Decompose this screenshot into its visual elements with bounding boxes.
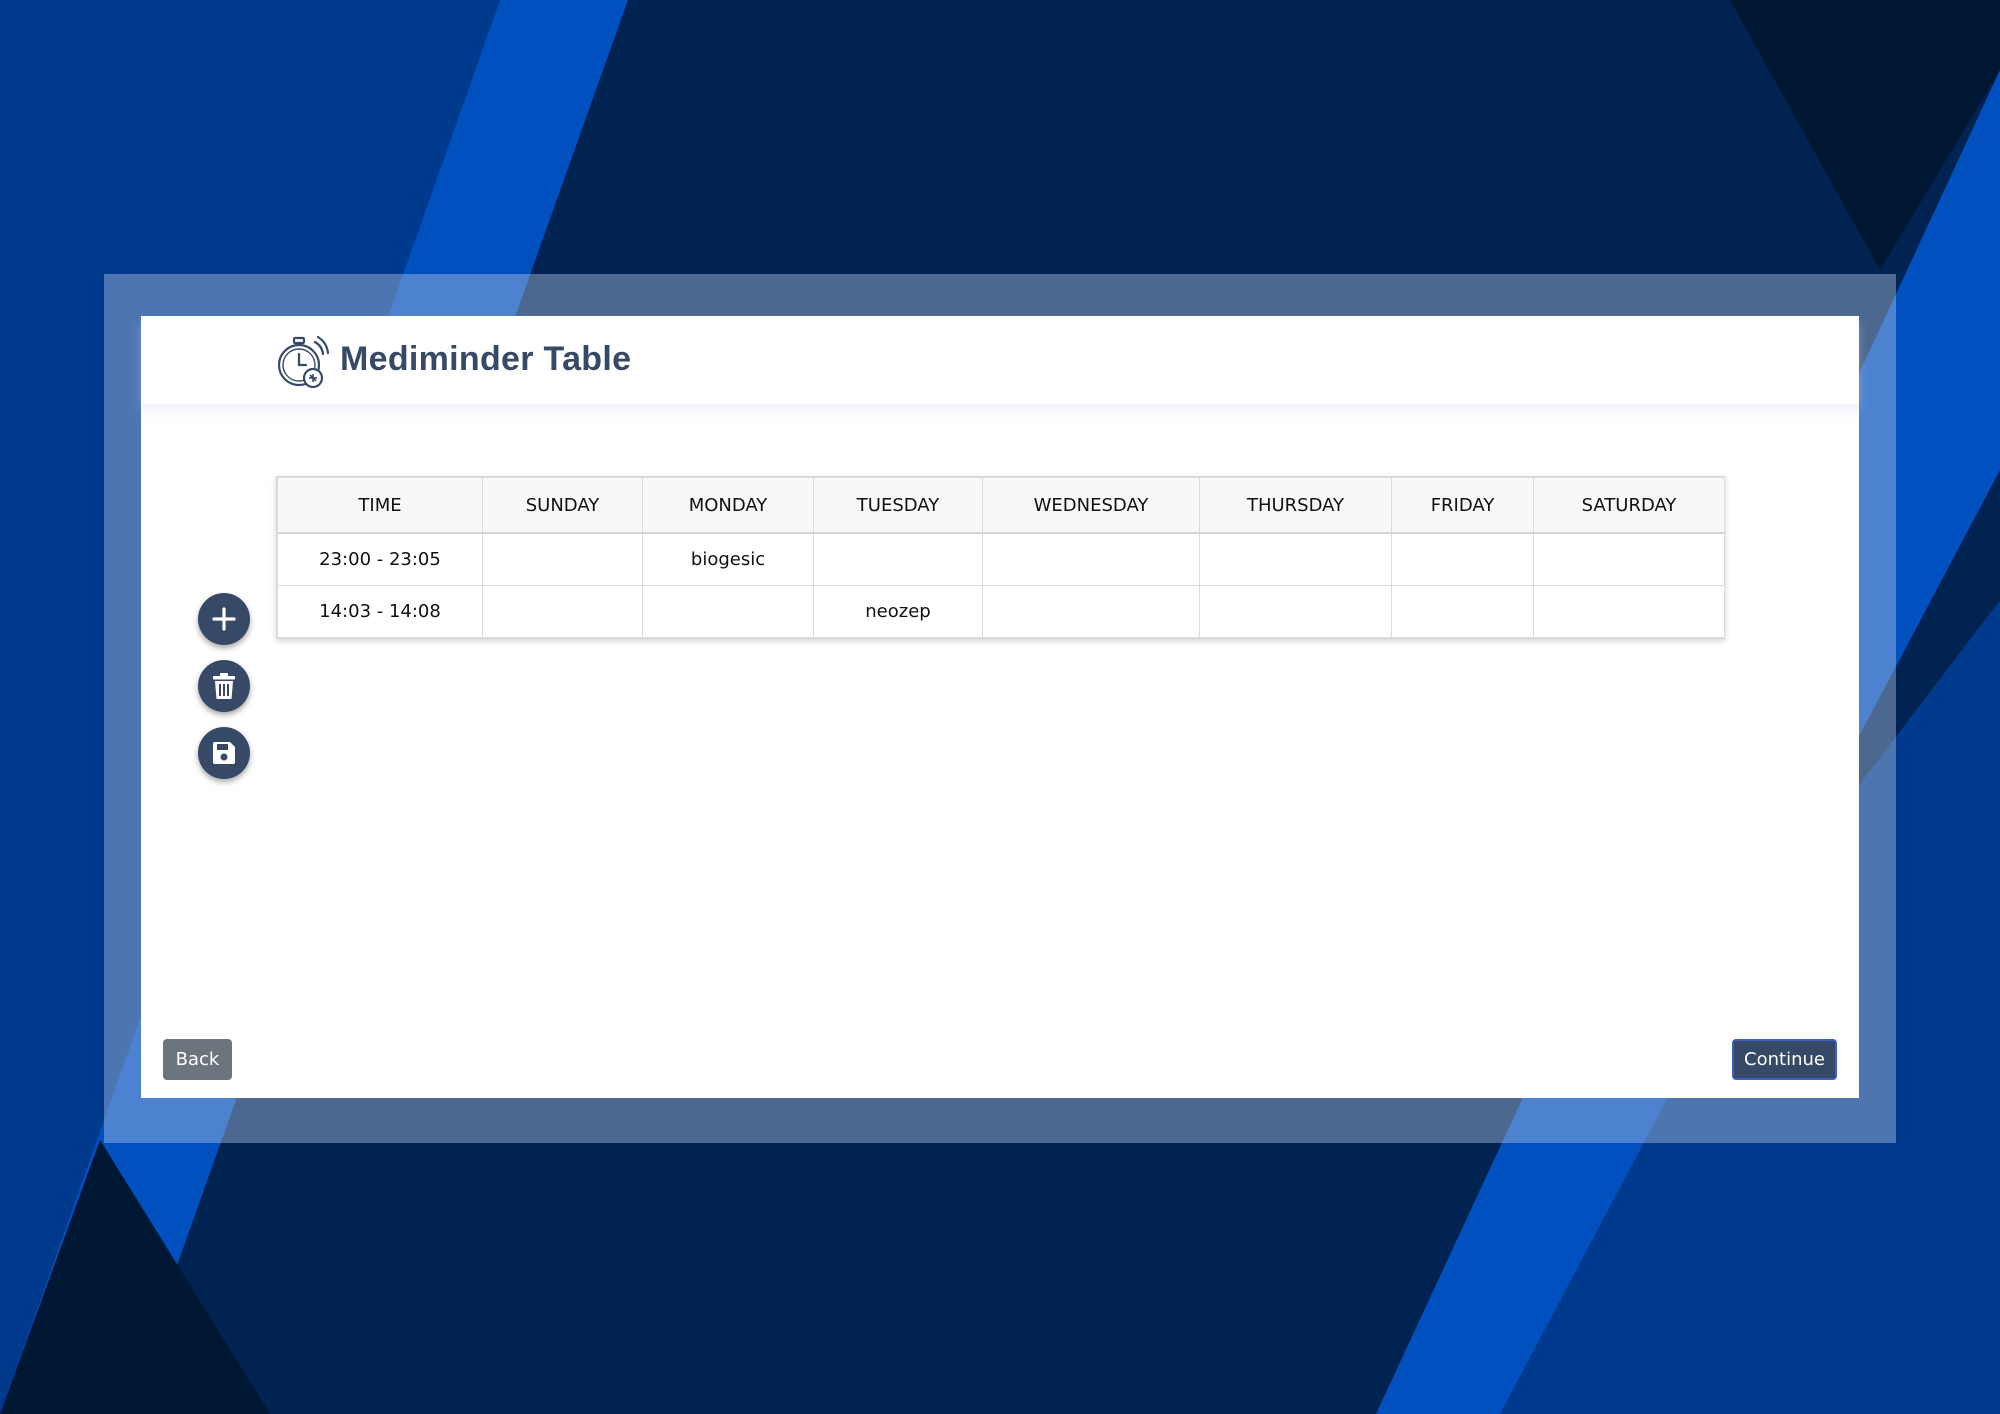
schedule-cell[interactable]: neozep	[813, 585, 983, 638]
schedule-cell[interactable]	[813, 532, 983, 586]
trash-icon	[213, 673, 235, 699]
main-panel: Mediminder Table TIME SUNDAY MONDAY TUES…	[141, 316, 1859, 1098]
continue-button[interactable]: Continue	[1732, 1039, 1837, 1080]
schedule-cell[interactable]	[1199, 532, 1392, 586]
stopwatch-medicine-icon	[277, 335, 330, 389]
column-header-thursday: THURSDAY	[1199, 477, 1392, 534]
column-header-tuesday: TUESDAY	[813, 477, 983, 534]
time-cell[interactable]: 23:00 - 23:05	[277, 532, 483, 586]
column-header-wednesday: WEDNESDAY	[982, 477, 1200, 534]
save-icon	[213, 742, 235, 764]
schedule-cell[interactable]	[1199, 585, 1392, 638]
schedule-cell[interactable]	[642, 585, 814, 638]
schedule-table: TIME SUNDAY MONDAY TUESDAY WEDNESDAY THU…	[276, 476, 1725, 639]
plus-icon	[212, 607, 236, 631]
schedule-cell[interactable]	[1533, 532, 1725, 586]
schedule-cell[interactable]	[482, 585, 643, 638]
delete-button[interactable]	[198, 660, 250, 712]
schedule-cell[interactable]	[1391, 532, 1534, 586]
table-row[interactable]: 14:03 - 14:08 neozep	[277, 585, 1725, 638]
back-button[interactable]: Back	[163, 1039, 232, 1080]
schedule-cell[interactable]	[982, 585, 1200, 638]
table-header-row: TIME SUNDAY MONDAY TUESDAY WEDNESDAY THU…	[277, 477, 1725, 534]
table-row[interactable]: 23:00 - 23:05 biogesic	[277, 532, 1725, 586]
add-button[interactable]	[198, 593, 250, 645]
column-header-sunday: SUNDAY	[482, 477, 643, 534]
column-header-saturday: SATURDAY	[1533, 477, 1725, 534]
column-header-friday: FRIDAY	[1391, 477, 1534, 534]
save-button[interactable]	[198, 727, 250, 779]
page-title: Mediminder Table	[340, 340, 632, 378]
page-header: Mediminder Table	[141, 316, 1859, 404]
schedule-cell[interactable]: biogesic	[642, 532, 814, 586]
column-header-time: TIME	[277, 477, 483, 534]
schedule-cell[interactable]	[982, 532, 1200, 586]
time-cell[interactable]: 14:03 - 14:08	[277, 585, 483, 638]
schedule-cell[interactable]	[482, 532, 643, 586]
schedule-cell[interactable]	[1391, 585, 1534, 638]
column-header-monday: MONDAY	[642, 477, 814, 534]
schedule-cell[interactable]	[1533, 585, 1725, 638]
